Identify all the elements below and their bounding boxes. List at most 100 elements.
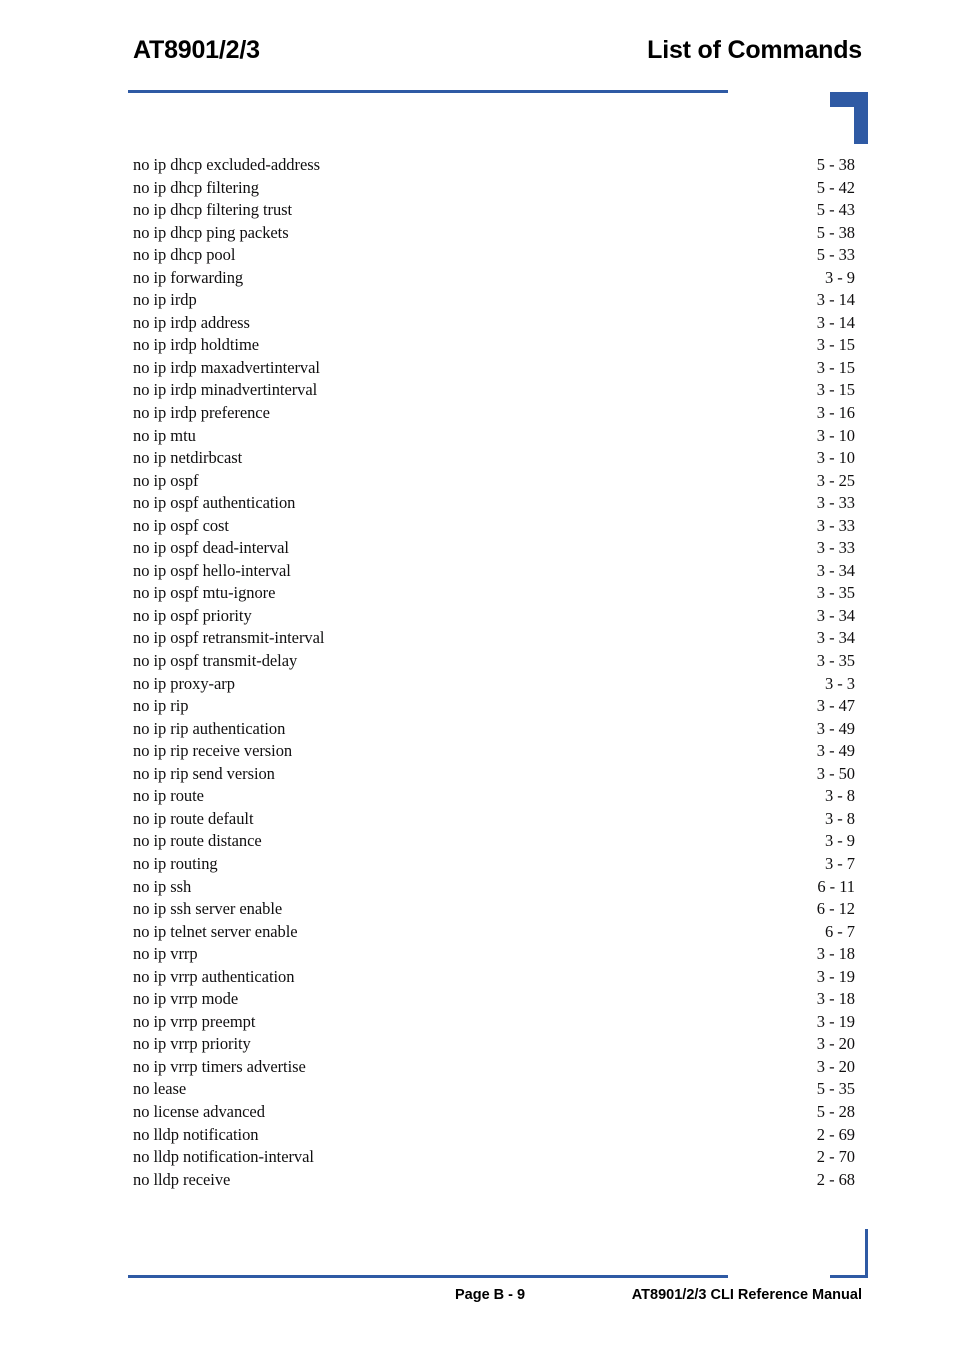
- index-entry-command: no ip dhcp pool: [133, 245, 236, 265]
- footer-divider-rule: [128, 1275, 728, 1278]
- index-entry-command: no ip ospf retransmit-interval: [133, 628, 325, 648]
- index-entry-page-reference: 5 - 42: [816, 177, 855, 197]
- index-entry-page-reference: 3 - 49: [816, 718, 855, 738]
- index-entry-row[interactable]: no ip vrrp mode 3 - 18: [133, 988, 855, 1011]
- index-entry-page-reference: 3 - 33: [816, 493, 855, 513]
- index-entry-page-reference: 3 - 20: [816, 1034, 855, 1054]
- index-entry-row[interactable]: no ip mtu 3 - 10: [133, 425, 855, 448]
- index-entry-row[interactable]: no ip ospf retransmit-interval 3 - 34: [133, 627, 855, 650]
- index-entry-row[interactable]: no ip ospf mtu-ignore 3 - 35: [133, 582, 855, 605]
- index-entry-row[interactable]: no ip dhcp pool 5 - 33: [133, 244, 855, 267]
- index-entry-page-reference: 3 - 20: [816, 1056, 855, 1076]
- index-entry-row[interactable]: no ip route default 3 - 8: [133, 808, 855, 831]
- index-entry-row[interactable]: no ip forwarding 3 - 9: [133, 267, 855, 290]
- index-entry-row[interactable]: no ip ospf hello-interval 3 - 34: [133, 560, 855, 583]
- command-index-list: no ip dhcp excluded-address 5 - 38 no ip d…: [133, 154, 855, 1191]
- index-entry-page-reference: 3 - 19: [816, 1011, 855, 1031]
- index-entry-page-reference: 5 - 43: [816, 200, 855, 220]
- index-entry-row[interactable]: no lldp notification-interval 2 - 70: [133, 1146, 855, 1169]
- index-entry-page-reference: 3 - 34: [816, 628, 855, 648]
- index-entry-row[interactable]: no ip proxy-arp 3 - 3: [133, 673, 855, 696]
- index-entry-row[interactable]: no ip ospf 3 - 25: [133, 470, 855, 493]
- index-entry-page-reference: 6 - 11: [817, 876, 855, 896]
- index-entry-command: no ip vrrp timers advertise: [133, 1056, 306, 1076]
- index-entry-command: no ip vrrp mode: [133, 989, 239, 1009]
- index-entry-command: no ip forwarding: [133, 267, 244, 287]
- index-entry-command: no ip route default: [133, 808, 254, 828]
- index-entry-page-reference: 3 - 33: [816, 515, 855, 535]
- index-entry-command: no ip dhcp filtering: [133, 177, 259, 197]
- index-entry-page-reference: 3 - 15: [816, 380, 855, 400]
- index-entry-row[interactable]: no ip telnet server enable 6 - 7: [133, 921, 855, 944]
- index-entry-row[interactable]: no ip rip authentication 3 - 49: [133, 718, 855, 741]
- index-entry-row[interactable]: no ip rip 3 - 47: [133, 695, 855, 718]
- index-entry-row[interactable]: no license advanced 5 - 28: [133, 1101, 855, 1124]
- index-entry-command: no ip rip: [133, 696, 189, 716]
- index-entry-row[interactable]: no lease 5 - 35: [133, 1078, 855, 1101]
- index-entry-row[interactable]: no ip vrrp timers advertise 3 - 20: [133, 1056, 855, 1079]
- index-entry-row[interactable]: no ip ospf dead-interval 3 - 33: [133, 537, 855, 560]
- index-entry-page-reference: 3 - 16: [816, 403, 855, 423]
- index-entry-page-reference: 6 - 7: [825, 921, 855, 941]
- index-entry-row[interactable]: no ip ospf authentication 3 - 33: [133, 492, 855, 515]
- index-entry-page-reference: 5 - 35: [816, 1079, 855, 1099]
- index-entry-row[interactable]: no ip vrrp preempt 3 - 19: [133, 1011, 855, 1034]
- index-entry-row[interactable]: no ip routing 3 - 7: [133, 853, 855, 876]
- index-entry-row[interactable]: no ip rip send version 3 - 50: [133, 763, 855, 786]
- index-entry-command: no ip ospf hello-interval: [133, 560, 291, 580]
- index-entry-command: no lldp receive: [133, 1169, 231, 1189]
- index-entry-command: no ip ssh server enable: [133, 899, 283, 919]
- index-entry-row[interactable]: no ip vrrp 3 - 18: [133, 943, 855, 966]
- index-entry-row[interactable]: no ip irdp minadvertinterval 3 - 15: [133, 379, 855, 402]
- index-entry-row[interactable]: no ip ospf transmit-delay 3 - 35: [133, 650, 855, 673]
- index-entry-command: no ip ospf cost: [133, 515, 229, 535]
- index-entry-row[interactable]: no ip route distance 3 - 9: [133, 830, 855, 853]
- index-entry-page-reference: 5 - 38: [816, 155, 855, 174]
- index-entry-page-reference: 3 - 14: [816, 290, 855, 310]
- page-header: AT8901/2/3 List of Commands: [0, 0, 954, 150]
- index-entry-page-reference: 3 - 34: [816, 560, 855, 580]
- index-entry-row[interactable]: no ip irdp maxadvertinterval 3 - 15: [133, 357, 855, 380]
- index-entry-page-reference: 3 - 8: [825, 786, 855, 806]
- index-entry-row[interactable]: no ip netdirbcast 3 - 10: [133, 447, 855, 470]
- index-entry-page-reference: 3 - 19: [816, 966, 855, 986]
- header-divider-rule: [128, 90, 728, 93]
- index-entry-command: no ip netdirbcast: [133, 448, 243, 468]
- index-entry-row[interactable]: no ip irdp holdtime 3 - 15: [133, 334, 855, 357]
- index-entry-row[interactable]: no ip dhcp ping packets 5 - 38: [133, 222, 855, 245]
- index-entry-command: no ip rip send version: [133, 763, 275, 783]
- index-entry-row[interactable]: no ip dhcp filtering trust 5 - 43: [133, 199, 855, 222]
- header-corner-marker: [830, 92, 868, 144]
- index-entry-command: no ip dhcp ping packets: [133, 222, 289, 242]
- index-entry-command: no ip irdp minadvertinterval: [133, 380, 318, 400]
- index-entry-row[interactable]: no ip vrrp priority 3 - 20: [133, 1033, 855, 1056]
- index-entry-row[interactable]: no lldp notification 2 - 69: [133, 1124, 855, 1147]
- index-entry-row[interactable]: no ip dhcp filtering 5 - 42: [133, 177, 855, 200]
- index-entry-command: no ip ospf: [133, 470, 199, 490]
- index-entry-command: no ip ospf authentication: [133, 493, 296, 513]
- index-entry-row[interactable]: no ip irdp 3 - 14: [133, 289, 855, 312]
- index-entry-row[interactable]: no ip irdp address 3 - 14: [133, 312, 855, 335]
- index-entry-command: no ip routing: [133, 853, 218, 873]
- page-footer: Page B - 9 AT8901/2/3 CLI Reference Manu…: [0, 1211, 954, 1351]
- index-entry-command: no ip route distance: [133, 831, 262, 851]
- index-entry-row[interactable]: no ip vrrp authentication 3 - 19: [133, 966, 855, 989]
- index-entry-row[interactable]: no ip ssh 6 - 11: [133, 876, 855, 899]
- index-entry-row[interactable]: no lldp receive 2 - 68: [133, 1169, 855, 1192]
- index-entry-command: no ip vrrp: [133, 944, 198, 964]
- index-entry-row[interactable]: no ip ospf priority 3 - 34: [133, 605, 855, 628]
- index-entry-page-reference: 2 - 70: [816, 1147, 855, 1167]
- index-entry-row[interactable]: no ip rip receive version 3 - 49: [133, 740, 855, 763]
- index-entry-row[interactable]: no ip dhcp excluded-address 5 - 38: [133, 154, 855, 177]
- index-entry-page-reference: 6 - 12: [816, 899, 855, 919]
- index-entry-row[interactable]: no ip route 3 - 8: [133, 785, 855, 808]
- index-entry-row[interactable]: no ip ssh server enable 6 - 12: [133, 898, 855, 921]
- index-entry-page-reference: 3 - 9: [825, 831, 855, 851]
- index-entry-row[interactable]: no ip irdp preference 3 - 16: [133, 402, 855, 425]
- footer-page-number: Page B - 9: [455, 1287, 526, 1303]
- footer-manual-title: AT8901/2/3 CLI Reference Manual: [631, 1287, 862, 1303]
- index-entry-row[interactable]: no ip ospf cost 3 - 33: [133, 515, 855, 538]
- index-entry-command: no ip ssh: [133, 876, 192, 896]
- index-entry-command: no ip irdp preference: [133, 403, 270, 423]
- index-entry-command: no ip proxy-arp: [133, 673, 235, 693]
